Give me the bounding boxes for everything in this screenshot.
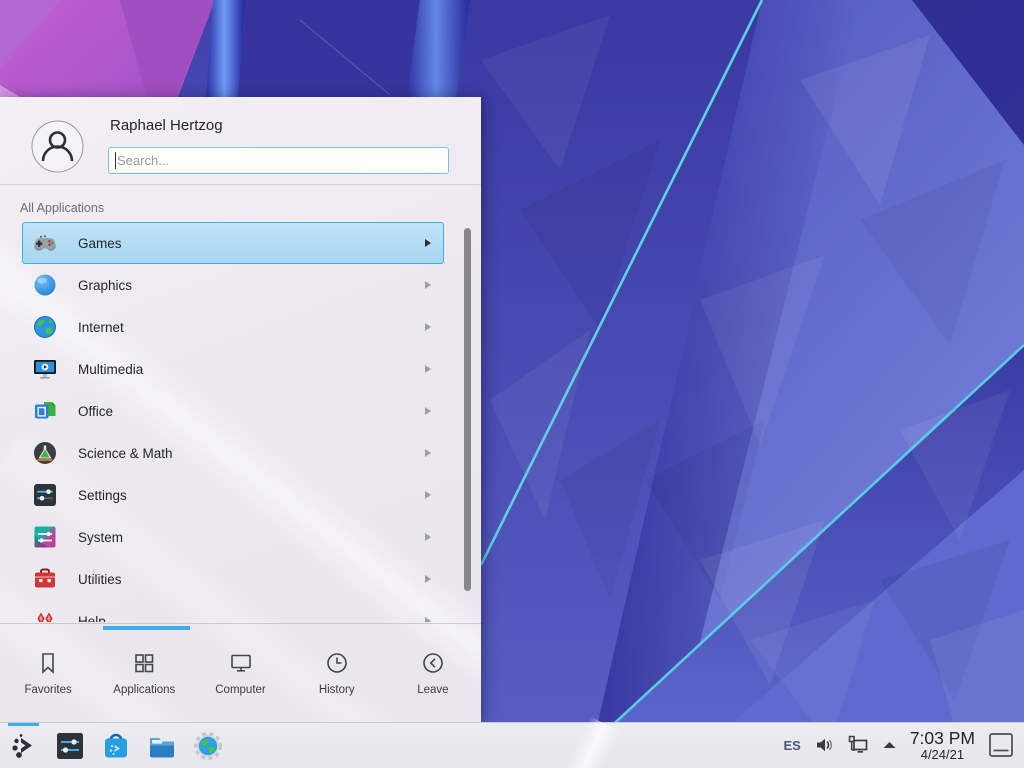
category-graphics[interactable]: Graphics — [22, 264, 444, 306]
category-utilities[interactable]: Utilities — [22, 558, 444, 600]
document-icon — [32, 398, 58, 424]
category-internet[interactable]: Internet — [22, 306, 444, 348]
taskbar-light-streak — [563, 717, 621, 768]
submenu-arrow-icon — [425, 239, 431, 247]
tab-label: History — [319, 684, 355, 696]
toolbox-icon — [32, 566, 58, 592]
menu-tab-strip: Favorites Applications Computer — [0, 623, 481, 722]
category-label: Games — [78, 236, 122, 251]
taskbar-panel: ES 7:03 PM 4/24/21 — [0, 722, 1024, 768]
category-settings[interactable]: Settings — [22, 474, 444, 516]
search-input[interactable] — [108, 147, 449, 174]
keyboard-layout-indicator[interactable]: ES — [783, 738, 800, 753]
active-tab-indicator — [103, 626, 190, 630]
category-label: System — [78, 530, 123, 545]
section-label: All Applications — [20, 201, 104, 215]
category-label: Office — [78, 404, 113, 419]
desktop: { "colors": { "accent": "#3daee9", "sele… — [0, 0, 1024, 768]
tab-favorites[interactable]: Favorites — [0, 624, 96, 722]
tab-history[interactable]: History — [289, 624, 385, 722]
bookmark-icon — [35, 650, 61, 676]
monitor-play-icon — [32, 356, 58, 382]
kickoff-launcher-menu: Raphael Hertzog All Applications Games — [0, 97, 481, 722]
category-label: Internet — [78, 320, 124, 335]
sliders-icon — [32, 482, 58, 508]
kickoff-launcher-icon[interactable] — [8, 730, 40, 762]
submenu-arrow-icon — [425, 491, 431, 499]
category-help[interactable]: Help — [22, 600, 444, 622]
submenu-arrow-icon — [425, 617, 431, 622]
digital-clock[interactable]: 7:03 PM 4/24/21 — [910, 729, 975, 761]
submenu-arrow-icon — [425, 365, 431, 373]
show-desktop-button[interactable] — [988, 732, 1014, 758]
globe-icon — [32, 314, 58, 340]
submenu-arrow-icon — [425, 281, 431, 289]
system-settings-icon[interactable] — [54, 730, 86, 762]
app-grid-icon — [131, 650, 157, 676]
discover-icon[interactable] — [100, 730, 132, 762]
application-category-list: Games Graphics Internet — [0, 222, 481, 622]
submenu-arrow-icon — [425, 407, 431, 415]
tab-computer[interactable]: Computer — [192, 624, 288, 722]
category-multimedia[interactable]: Multimedia — [22, 348, 444, 390]
tab-leave[interactable]: Leave — [385, 624, 481, 722]
computer-icon — [228, 650, 254, 676]
category-games[interactable]: Games — [22, 222, 444, 264]
submenu-arrow-icon — [425, 575, 431, 583]
leave-icon — [420, 650, 446, 676]
category-label: Multimedia — [78, 362, 143, 377]
help-icon — [32, 608, 58, 622]
category-label: Settings — [78, 488, 127, 503]
category-science-math[interactable]: Science & Math — [22, 432, 444, 474]
submenu-arrow-icon — [425, 449, 431, 457]
list-scrollbar[interactable] — [464, 228, 471, 591]
launcher-active-indicator — [8, 723, 39, 726]
dolphin-file-manager-icon[interactable] — [146, 730, 178, 762]
tab-applications[interactable]: Applications — [96, 624, 192, 722]
submenu-arrow-icon — [425, 323, 431, 331]
network-icon[interactable] — [847, 734, 869, 756]
sphere-icon — [32, 272, 58, 298]
tab-label: Computer — [215, 684, 266, 696]
flask-icon — [32, 440, 58, 466]
system-sliders-icon — [32, 524, 58, 550]
category-label: Science & Math — [78, 446, 173, 461]
category-office[interactable]: Office — [22, 390, 444, 432]
tab-label: Favorites — [24, 684, 71, 696]
category-label: Graphics — [78, 278, 132, 293]
tab-label: Leave — [417, 684, 448, 696]
tab-label: Applications — [113, 684, 175, 696]
history-clock-icon — [324, 650, 350, 676]
user-avatar-icon — [31, 120, 84, 173]
category-label: Utilities — [78, 572, 122, 587]
user-name: Raphael Hertzog — [110, 117, 223, 134]
text-caret — [115, 152, 116, 169]
submenu-arrow-icon — [425, 533, 431, 541]
expand-tray-caret-icon[interactable] — [882, 739, 897, 751]
gamepad-icon — [32, 230, 58, 256]
clock-time: 7:03 PM — [910, 729, 975, 747]
web-browser-globe-icon[interactable] — [192, 730, 224, 762]
volume-icon[interactable] — [814, 735, 834, 755]
clock-date: 4/24/21 — [921, 748, 964, 762]
category-system[interactable]: System — [22, 516, 444, 558]
menu-header: Raphael Hertzog — [0, 97, 481, 185]
category-label: Help — [78, 614, 106, 623]
